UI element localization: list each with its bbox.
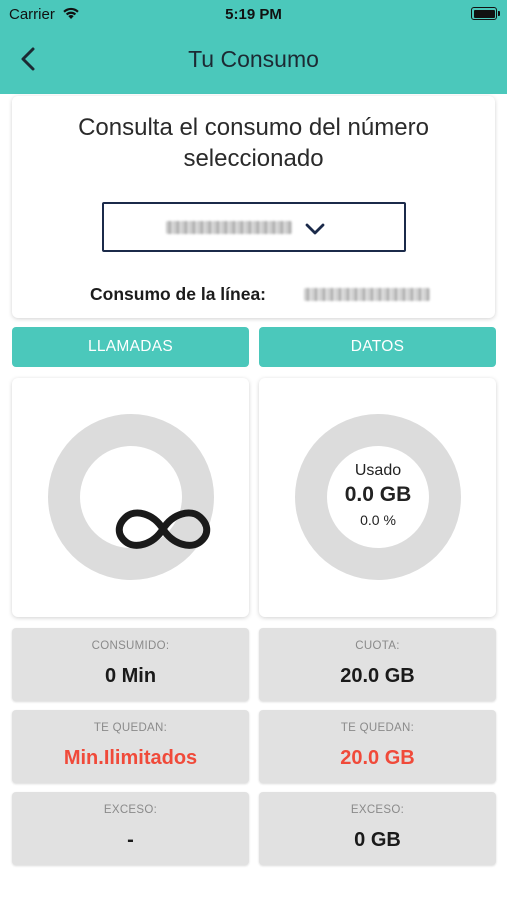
- stat-value: Min.Ilimitados: [63, 747, 198, 769]
- used-percent: 0.0 %: [360, 512, 396, 528]
- stat-label: EXCESO:: [350, 804, 405, 816]
- infinity-icon: [115, 509, 211, 549]
- status-time: 5:19 PM: [225, 6, 282, 23]
- data-gauge-card: Usado 0.0 GB 0.0 %: [259, 378, 496, 617]
- stat-value: -: [127, 829, 134, 851]
- stat-label: CONSUMIDO:: [91, 640, 170, 652]
- data-quota-card: CUOTA: 20.0 GB: [259, 628, 496, 701]
- tab-llamadas[interactable]: LLAMADAS: [12, 327, 249, 367]
- used-value: 0.0 GB: [344, 483, 412, 506]
- used-label: Usado: [354, 462, 402, 479]
- selection-prompt: Consulta el consumo del número seleccion…: [78, 114, 429, 172]
- line-selector-dropdown[interactable]: [102, 202, 406, 252]
- chevron-down-icon: [305, 223, 325, 235]
- stat-label: CUOTA:: [355, 640, 400, 652]
- page-title: Tu Consumo: [188, 46, 319, 72]
- tab-datos[interactable]: DATOS: [259, 327, 496, 367]
- line-number-redacted: [304, 288, 430, 301]
- data-remaining-card: TE QUEDAN: 20.0 GB: [259, 710, 496, 783]
- data-ring: Usado 0.0 GB 0.0 %: [295, 414, 461, 580]
- status-bar: Carrier 5:19 PM: [0, 0, 507, 28]
- calls-excess-card: EXCESO: -: [12, 792, 249, 865]
- stat-label: EXCESO:: [103, 804, 158, 816]
- stat-value: 0 Min: [104, 665, 157, 687]
- stat-value: 20.0 GB: [340, 747, 415, 769]
- calls-ring: [48, 414, 214, 580]
- selected-line-redacted: [166, 221, 292, 234]
- stat-label: TE QUEDAN:: [93, 722, 168, 734]
- calls-gauge-card: [12, 378, 249, 617]
- data-excess-card: EXCESO: 0 GB: [259, 792, 496, 865]
- battery-icon: [471, 7, 500, 20]
- stat-value: 0 GB: [354, 829, 401, 851]
- line-selection-card: Consulta el consumo del número seleccion…: [12, 96, 495, 318]
- stat-label: TE QUEDAN:: [340, 722, 415, 734]
- stat-value: 20.0 GB: [340, 665, 415, 687]
- calls-consumed-card: CONSUMIDO: 0 Min: [12, 628, 249, 701]
- calls-remaining-card: TE QUEDAN: Min.Ilimitados: [12, 710, 249, 783]
- app-header: Carrier 5:19 PM Tu Consumo: [0, 0, 507, 94]
- line-label: Consumo de la línea:: [90, 284, 266, 304]
